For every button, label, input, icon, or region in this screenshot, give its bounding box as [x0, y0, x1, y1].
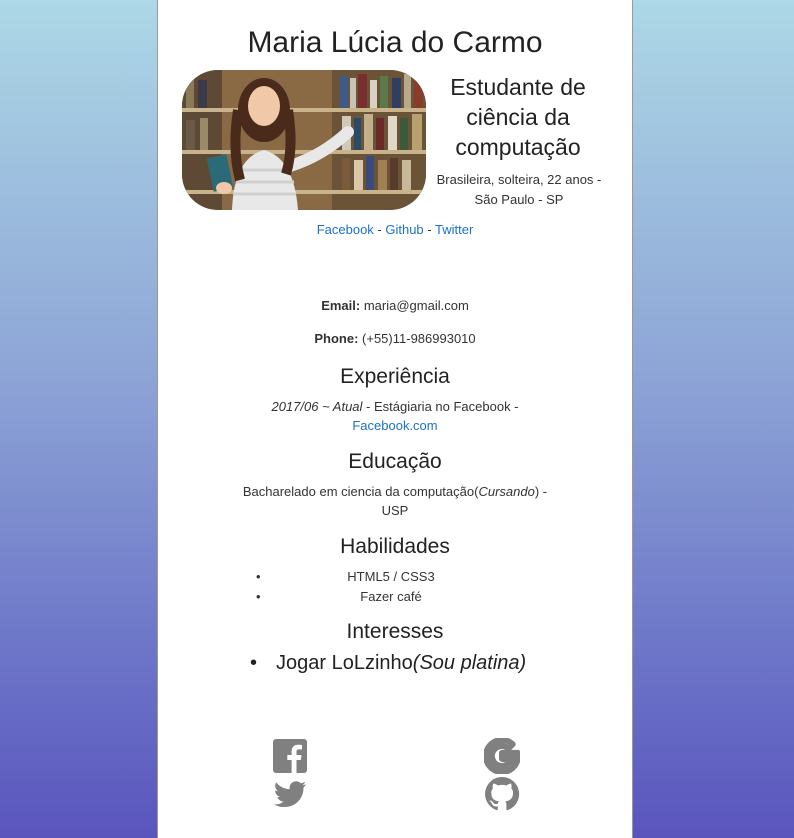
contact-email: Email: maria@gmail.com: [158, 298, 632, 313]
social-links: Facebook - Github - Twitter: [158, 222, 632, 237]
phone-label: Phone:: [314, 331, 359, 346]
profile-personal-info: Brasileira, solteira, 22 anos - São Paul…: [436, 172, 602, 207]
email-label: Email:: [321, 298, 361, 313]
facebook-link[interactable]: Facebook: [317, 222, 374, 237]
profile-photo: [182, 70, 426, 210]
experience-description: - Estágiaria no Facebook -: [362, 399, 519, 414]
email-value: maria@gmail.com: [363, 298, 469, 313]
interest-main: Jogar LoLzinho: [276, 652, 413, 674]
github-link[interactable]: Github: [385, 222, 423, 237]
experience-period: 2017/06 ~ Atual: [271, 399, 363, 414]
interests-title: Interesses: [346, 620, 444, 643]
skills-title: Habilidades: [340, 535, 450, 558]
twitter-link[interactable]: Twitter: [435, 222, 473, 237]
facebook-icon[interactable]: [272, 738, 308, 774]
list-item: Jogar LoLzinho(Sou platina): [248, 652, 568, 675]
education-status: Cursando: [478, 484, 535, 499]
experience-entry: 2017/06 ~ Atual - Estágiaria no Facebook…: [228, 397, 562, 435]
interests-list: Jogar LoLzinho(Sou platina): [248, 652, 568, 675]
experience-title: Experiência: [340, 365, 450, 388]
resume-card: Maria Lúcia do Carmo Estudante de ciênci…: [157, 0, 633, 838]
contact-phone: Phone: (+55)11-986993010: [158, 331, 632, 346]
link-separator: -: [423, 222, 435, 237]
list-item: HTML5 / CSS3: [256, 567, 526, 587]
profile-headline: Estudante de ciência da computação: [450, 74, 586, 160]
profile-name: Maria Lúcia do Carmo: [247, 26, 543, 59]
google-icon[interactable]: [484, 738, 520, 774]
experience-link[interactable]: Facebook.com: [352, 418, 437, 433]
education-course: Bacharelado em ciencia da computação: [242, 484, 475, 499]
phone-value: (+55)11-986993010: [362, 331, 476, 346]
education-title: Educação: [348, 450, 442, 473]
twitter-icon[interactable]: [272, 776, 308, 812]
skills-list: HTML5 / CSS3 Fazer café: [256, 567, 526, 607]
education-entry: Bacharelado em ciencia da computação(Cur…: [242, 484, 548, 518]
interest-note: (Sou platina): [412, 652, 527, 674]
github-icon[interactable]: [484, 776, 520, 812]
list-item: Fazer café: [256, 587, 526, 607]
link-separator: -: [373, 222, 386, 237]
